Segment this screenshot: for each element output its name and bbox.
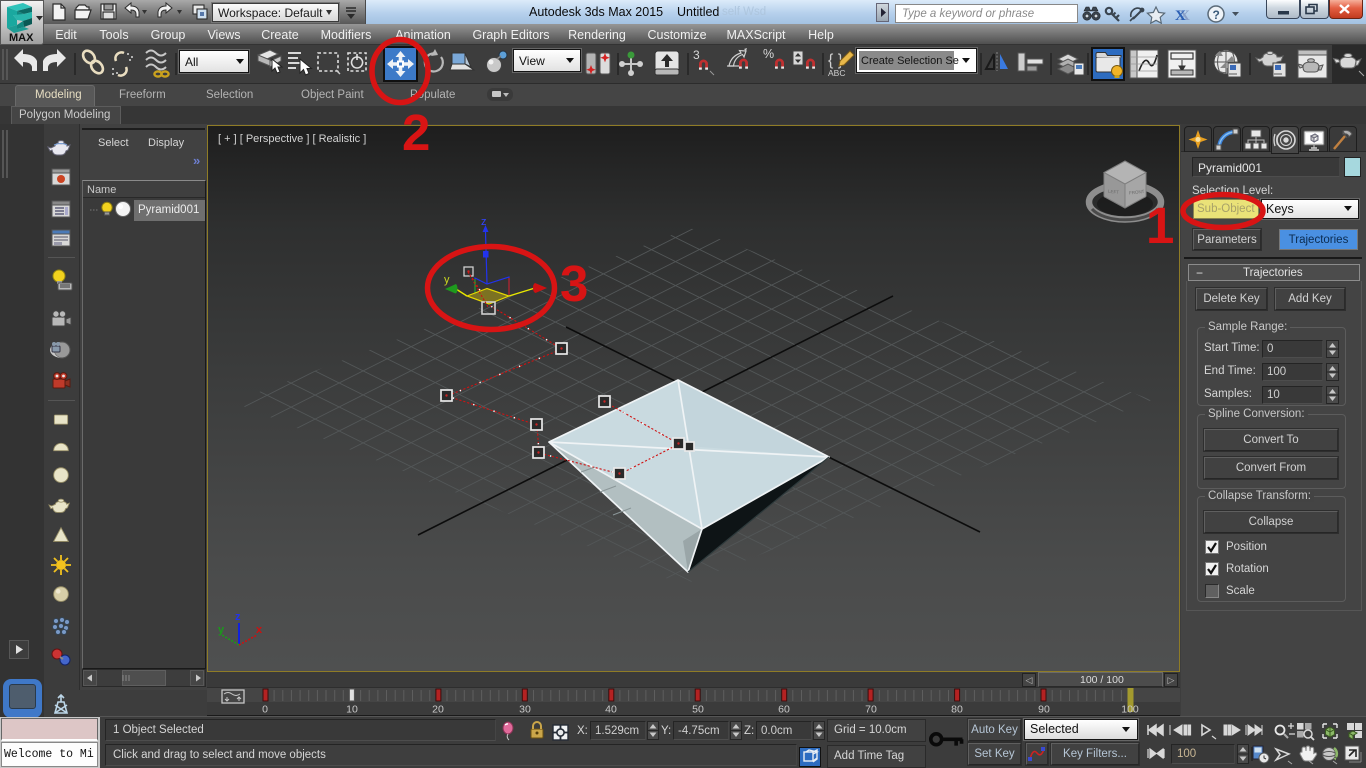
svg-text:1: 1 <box>1146 197 1174 254</box>
svg-text:3: 3 <box>560 255 588 312</box>
svg-text:2: 2 <box>402 104 430 161</box>
